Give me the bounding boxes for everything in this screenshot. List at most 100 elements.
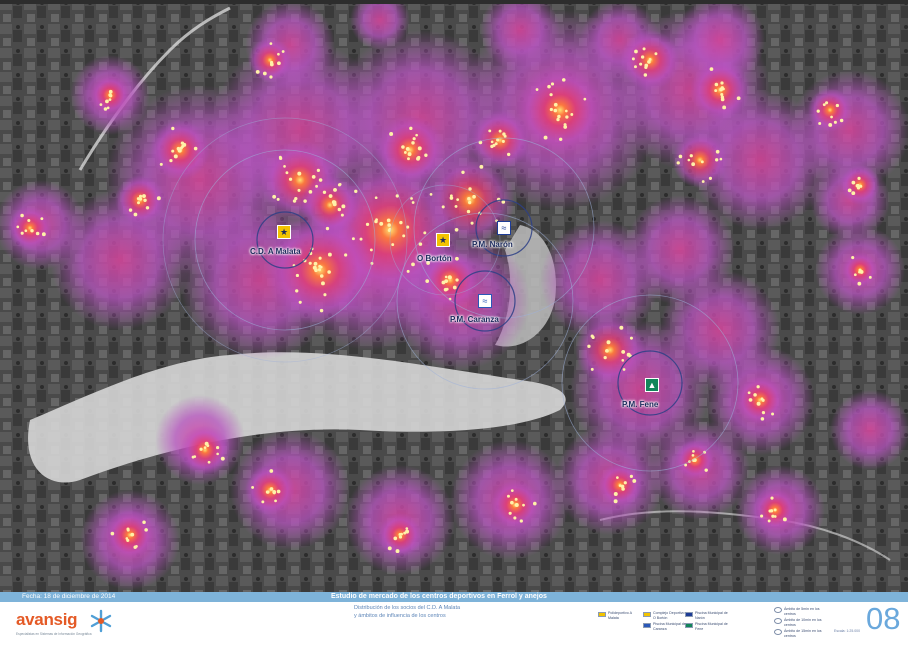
heat-core <box>575 315 645 385</box>
member-dot <box>365 222 370 227</box>
snowflake-logo-icon <box>90 609 112 633</box>
member-dot <box>20 231 24 235</box>
member-dot <box>847 188 852 193</box>
member-dot <box>496 138 500 142</box>
legend-ring-label-10: Ámbito de 10min en los centros <box>784 618 822 627</box>
member-dot <box>261 500 265 504</box>
venue-label-borton: O Bortón <box>417 254 452 263</box>
member-dot <box>133 212 138 217</box>
legend-ring-15 <box>774 629 782 635</box>
member-dot <box>328 194 333 198</box>
member-dot <box>269 75 273 79</box>
member-dot <box>857 281 862 286</box>
heat-core <box>840 165 880 205</box>
member-dot <box>714 89 718 93</box>
member-dot <box>27 218 31 223</box>
member-dot <box>522 503 525 507</box>
member-dot <box>269 487 274 491</box>
heat-core <box>245 465 295 515</box>
member-dot <box>393 536 398 541</box>
member-dot <box>818 121 822 125</box>
member-dot <box>110 531 115 536</box>
member-dot <box>276 197 280 201</box>
venue-icon-fene[interactable]: ▲ <box>645 378 659 392</box>
member-dot <box>714 82 719 87</box>
member-dot <box>626 352 631 357</box>
member-dot <box>315 184 318 188</box>
member-dot <box>391 243 395 247</box>
member-dot <box>142 194 146 198</box>
member-dot <box>720 95 725 99</box>
member-dot <box>318 256 322 260</box>
member-dot <box>283 165 286 168</box>
member-dot <box>142 520 146 525</box>
legend-label-caranza: Piscina Municipal de Caranza <box>653 622 686 631</box>
legend-ring-5 <box>774 607 782 613</box>
venue-icon-borton[interactable]: ★ <box>436 233 450 247</box>
member-dot <box>269 60 274 65</box>
member-dot <box>553 102 558 107</box>
member-dot <box>401 145 405 149</box>
member-dot <box>108 89 113 94</box>
member-dot <box>327 270 331 274</box>
member-dot <box>133 545 137 549</box>
member-dot <box>835 103 840 108</box>
member-dot <box>501 200 506 204</box>
member-dot <box>144 528 148 532</box>
member-dot <box>644 63 649 68</box>
member-dot <box>456 198 460 202</box>
member-dot <box>303 199 307 203</box>
member-dot <box>454 227 459 232</box>
member-dot <box>634 65 637 69</box>
member-dot <box>756 385 760 389</box>
member-dot <box>412 137 416 141</box>
member-dot <box>687 158 691 162</box>
member-dot <box>701 180 705 183</box>
venue-icon-naron[interactable]: ≈ <box>497 221 511 235</box>
member-dot <box>288 177 293 181</box>
member-dot <box>441 280 446 285</box>
member-dot <box>216 445 220 450</box>
member-dot <box>557 114 561 119</box>
member-dot <box>855 183 860 188</box>
member-dot <box>181 144 185 148</box>
member-dot <box>297 171 302 176</box>
logo-tagline: Especialistas en Sistemas de Información… <box>16 632 92 636</box>
member-dot <box>387 223 391 227</box>
heat-core <box>672 132 728 188</box>
member-dot <box>700 160 704 164</box>
member-dot <box>631 57 635 61</box>
member-dot <box>452 285 457 290</box>
sheet-number: 08 <box>866 601 901 636</box>
member-dot <box>768 509 772 513</box>
member-dot <box>506 494 510 498</box>
member-dot <box>313 261 318 266</box>
member-dot <box>411 201 415 204</box>
map-canvas[interactable]: ★ C.D. A Malata ★ O Bortón ≈ P.M. Narón … <box>0 0 908 592</box>
member-dot <box>771 412 775 416</box>
member-dot <box>406 269 410 273</box>
member-dot <box>403 151 407 154</box>
member-dot <box>851 191 856 196</box>
member-dot <box>621 349 626 354</box>
member-dot <box>298 300 302 304</box>
member-dot <box>479 164 484 169</box>
member-dot <box>773 508 777 512</box>
member-dot <box>709 67 714 71</box>
member-dot <box>340 213 344 217</box>
avansig-logo[interactable]: avansig Especialistas en Sistemas de Inf… <box>16 608 116 638</box>
member-dot <box>386 218 391 223</box>
member-dot <box>629 474 633 478</box>
member-dot <box>543 135 548 140</box>
member-dot <box>295 273 299 278</box>
venue-icon-malata[interactable]: ★ <box>277 225 291 239</box>
member-dot <box>255 69 260 74</box>
member-dot <box>369 248 373 252</box>
member-dot <box>590 367 594 371</box>
member-dot <box>173 154 178 159</box>
map-footer: Fecha: 18 de diciembre de 2014 Estudio d… <box>0 592 908 645</box>
member-dot <box>691 454 695 457</box>
heat-core <box>735 375 785 425</box>
member-dot <box>503 134 507 138</box>
venue-icon-caranza[interactable]: ≈ <box>478 294 492 308</box>
